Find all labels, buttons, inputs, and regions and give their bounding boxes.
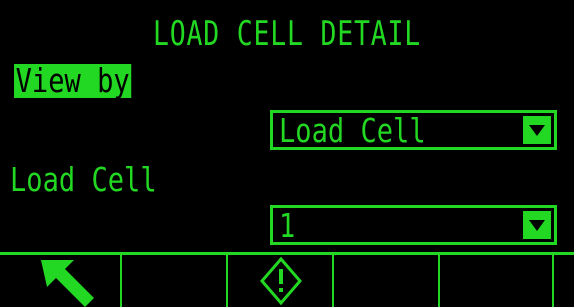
softkey-5[interactable]	[440, 255, 554, 307]
view-by-value: Load Cell	[279, 111, 426, 150]
exit-arrow-icon	[41, 260, 94, 307]
view-by-label[interactable]: View by	[14, 64, 132, 98]
softkey-start[interactable]	[228, 255, 334, 307]
view-by-dropdown[interactable]: Load Cell	[270, 110, 557, 150]
load-cell-dropdown[interactable]: 1	[270, 205, 557, 245]
load-cell-value: 1	[279, 206, 296, 245]
softkey-exit[interactable]	[16, 255, 122, 307]
softkey-4[interactable]	[334, 255, 440, 307]
softkey-2[interactable]	[122, 255, 228, 307]
chevron-down-icon[interactable]	[523, 211, 551, 239]
softkey-bar	[0, 252, 574, 307]
start-diamond-icon	[260, 256, 302, 306]
load-cell-label: Load Cell	[10, 160, 157, 199]
page-title: LOAD CELL DETAIL	[153, 14, 421, 54]
terminal-screen: LOAD CELL DETAIL View by Load Cell Load …	[0, 0, 574, 307]
chevron-down-icon[interactable]	[523, 116, 551, 144]
